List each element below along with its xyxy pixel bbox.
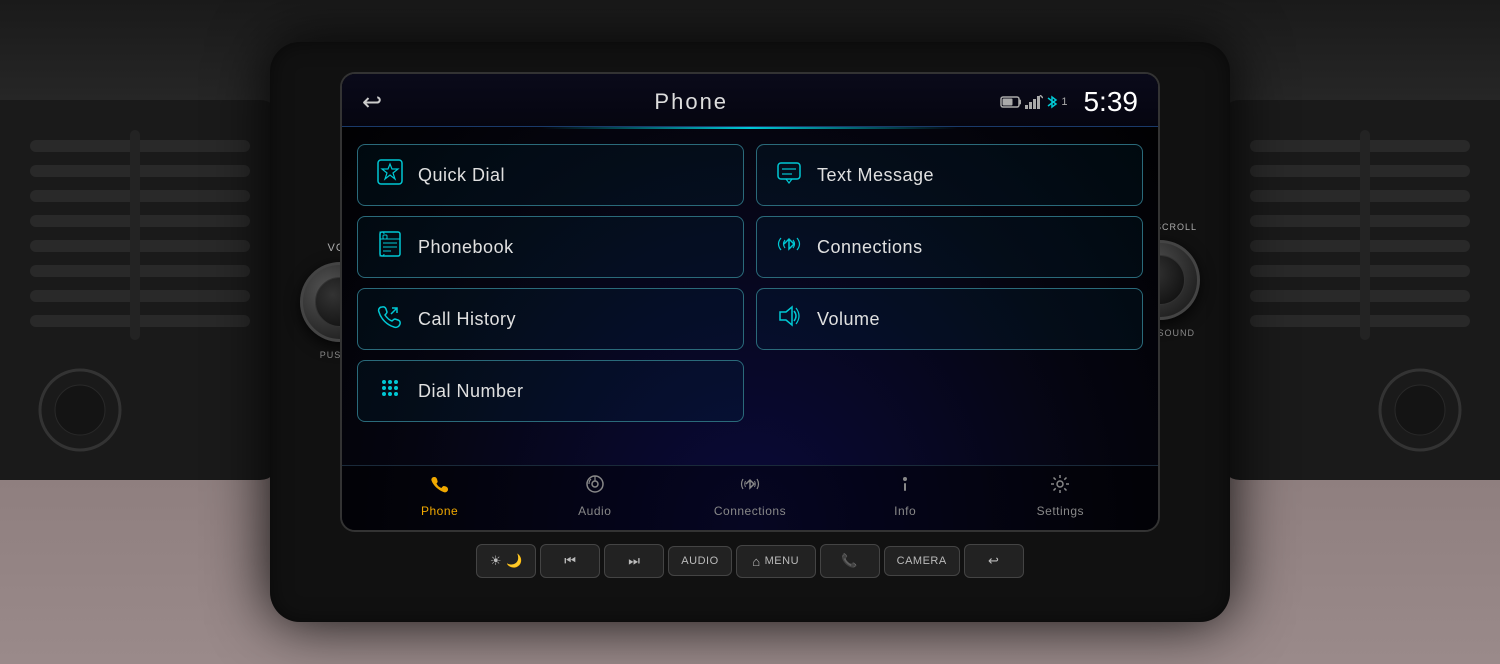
back-hw-button[interactable]: ↩ [964,544,1024,578]
infotainment-unit: VOL PUSH ⏻ TUNE SCROLL PUSH SOUND ↩ Phon… [270,42,1230,622]
audio-hw-label: AUDIO [681,555,718,567]
bt-number: 1 [1061,96,1067,108]
screen-header: ↩ Phone [342,74,1158,127]
volume-label: Volume [817,309,880,330]
time-display: 5:39 [1083,86,1138,118]
settings-nav-icon [1050,474,1070,500]
text-message-icon [775,159,803,191]
connections-nav-icon [740,474,760,500]
connections-nav-label: Connections [714,504,786,518]
info-nav-label: Info [894,504,916,518]
nav-settings[interactable]: Settings [1020,474,1100,518]
connections-icon [775,231,803,263]
vent-left [0,100,280,480]
phonebook-label: Phonebook [418,237,514,258]
battery-icon [1000,95,1022,109]
next-icon: ⏭ [628,553,640,569]
phone-hw-icon: 📞 [841,553,858,569]
audio-nav-icon [585,474,605,500]
dial-number-button[interactable]: Dial Number [357,360,744,422]
audio-hw-button[interactable]: AUDIO [668,546,731,576]
volume-icon [775,303,803,335]
volume-button[interactable]: Volume [756,288,1143,350]
nav-info[interactable]: Info [865,474,945,518]
signal-icon [1025,95,1043,109]
info-nav-icon [895,474,915,500]
status-icons: 1 [1000,94,1067,110]
phone-hw-button[interactable]: 📞 [820,544,880,578]
back-hw-icon: ↩ [988,553,999,569]
prev-track-button[interactable]: ⏮ [540,544,600,578]
nav-connections[interactable]: Connections [710,474,790,518]
brightness-button[interactable]: ☀ 🌙 [476,544,536,578]
call-history-button[interactable]: Call History [357,288,744,350]
dial-number-icon [376,375,404,407]
quick-dial-button[interactable]: Quick Dial [357,144,744,206]
next-track-button[interactable]: ⏭ [604,544,664,578]
connections-button[interactable]: Connections [756,216,1143,278]
status-area: 1 5:39 [1000,86,1138,118]
menu-hw-button[interactable]: ⌂ MENU [736,545,816,578]
bluetooth-icon [1046,94,1058,110]
menu-area: Quick Dial [342,129,1158,465]
phonebook-icon [376,231,404,263]
physical-buttons-row: ☀ 🌙 ⏮ ⏭ AUDIO ⌂ MENU 📞 CAMERA ↩ [340,544,1160,578]
camera-label: CAMERA [897,555,947,567]
nav-phone[interactable]: Phone [400,474,480,518]
back-button[interactable]: ↩ [362,88,382,117]
dial-number-label: Dial Number [418,381,524,402]
settings-nav-label: Settings [1037,504,1084,518]
screen-title: Phone [654,89,728,115]
connections-label: Connections [817,237,923,258]
quick-dial-label: Quick Dial [418,165,505,186]
menu-hw-label: MENU [765,555,799,567]
text-message-button[interactable]: Text Message [756,144,1143,206]
audio-nav-label: Audio [578,504,611,518]
menu-right: Text Message [756,144,1143,455]
quick-dial-icon [376,159,404,191]
phone-nav-label: Phone [421,504,458,518]
text-message-label: Text Message [817,165,934,186]
vent-right [1220,100,1500,480]
infotainment-screen: ↩ Phone [340,72,1160,532]
camera-button[interactable]: CAMERA [884,546,960,576]
bottom-nav: Phone Audio [342,465,1158,530]
menu-left: Quick Dial [357,144,744,455]
call-history-label: Call History [418,309,516,330]
call-history-icon [376,303,404,335]
phone-nav-icon [430,474,450,500]
phonebook-button[interactable]: Phonebook [357,216,744,278]
nav-audio[interactable]: Audio [555,474,635,518]
brightness-icon: ☀ [490,553,502,569]
prev-icon: ⏮ [564,553,576,569]
